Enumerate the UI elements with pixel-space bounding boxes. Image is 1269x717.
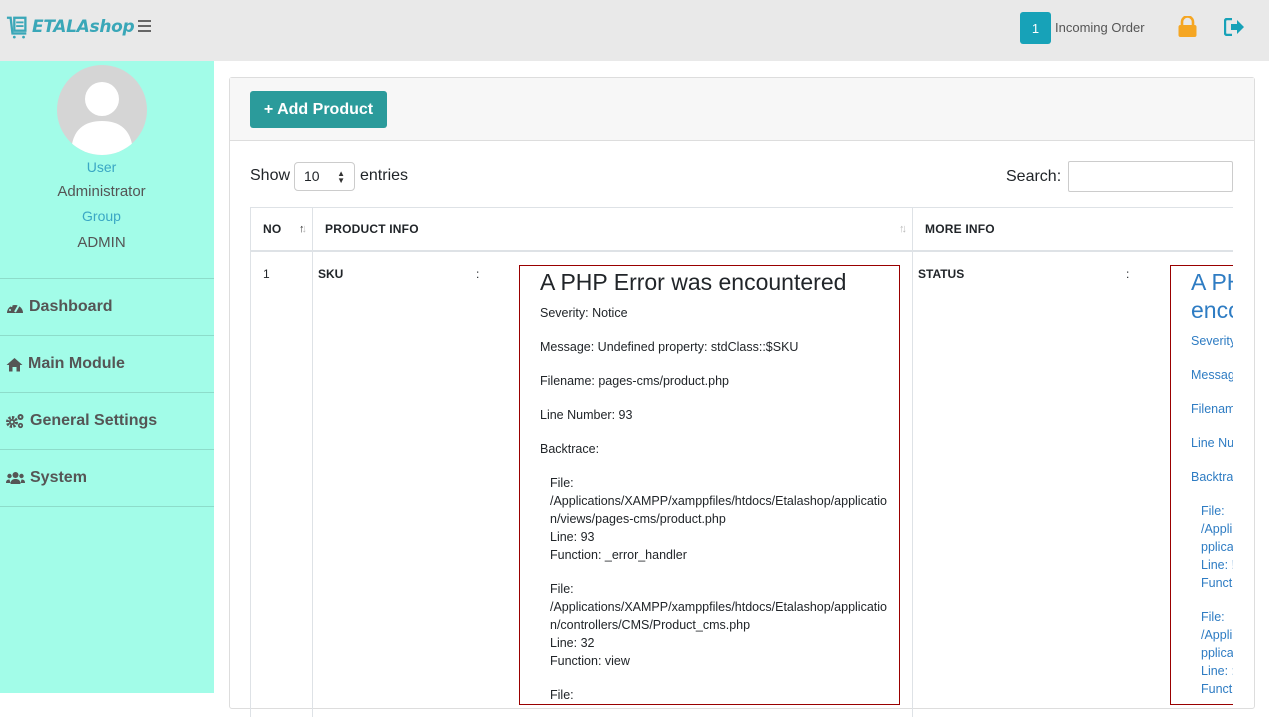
products-table-wrapper: NO ↑↓ PRODUCT INFO ↑↓ MORE INFO 1 SKU: … <box>250 207 1233 717</box>
frame-line: Line: ! <box>1201 558 1233 572</box>
error-backtrace-label: Backtrace: <box>540 442 600 456</box>
frame-path-cont: pplica <box>1201 646 1233 660</box>
table-row: 1 SKU : A PHP Error was encountered Seve… <box>250 251 1233 717</box>
sidebar-item-label: System <box>30 469 87 486</box>
brand-logo[interactable]: ETALAshop <box>6 14 135 40</box>
sidebar-item-general-settings[interactable]: General Settings <box>0 393 214 450</box>
frame-file-label: File: <box>550 688 574 702</box>
frame-function: Function: _error_handler <box>550 548 687 562</box>
user-avatar <box>57 65 147 155</box>
column-header-label: MORE INFO <box>925 222 995 236</box>
backtrace-frame: File: /Applications/XAMPP/xamppfiles/htd… <box>550 474 899 564</box>
php-error-box: A PHP Error was encountered Severity: No… <box>519 265 900 705</box>
frame-path-cont: n/views/pages-cms/product.php <box>550 512 726 526</box>
product-card: + Add Product Show 10 ▲ ▼ entries Search:… <box>229 77 1255 717</box>
backtrace-frame: File: /Appli pplica Line: ! Functi <box>1201 502 1233 592</box>
php-error-title: A PHP Error was encountered <box>540 269 847 295</box>
top-navbar: ETALAshop 1 Incoming Order <box>0 0 1269 61</box>
incoming-order-badge[interactable]: 1 <box>1020 12 1051 44</box>
error-message: Messag <box>1191 368 1233 382</box>
add-product-button[interactable]: + Add Product <box>250 91 387 128</box>
php-error-title: A PH <box>1191 269 1233 295</box>
sort-icon: ↑↓ <box>899 223 907 235</box>
group-value: ADMIN <box>77 234 126 251</box>
dashboard-icon <box>7 303 23 313</box>
php-error-title-cont: enco <box>1191 297 1233 323</box>
cell-product-info: SKU : A PHP Error was encountered Severi… <box>312 251 913 717</box>
error-severity: Severity <box>1191 334 1233 348</box>
sidebar-item-label: General Settings <box>30 412 158 429</box>
cart-logo-icon <box>6 16 27 39</box>
column-header-no[interactable]: NO ↑↓ <box>250 207 313 252</box>
error-filename: Filename: pages-cms/product.php <box>540 374 729 388</box>
frame-path: /Appli <box>1201 522 1233 536</box>
column-header-label: NO <box>263 222 282 236</box>
backtrace-frame: File: /Applications/XAMPP/xamppfiles/htd… <box>550 580 899 670</box>
error-message: Message: Undefined property: stdClass::$… <box>540 340 799 354</box>
frame-file-label: File: <box>550 476 574 490</box>
frame-file-label: File: <box>1201 504 1225 518</box>
frame-function: Functi <box>1201 682 1233 696</box>
sort-asc-icon: ↑↓ <box>299 223 307 235</box>
error-severity: Severity: Notice <box>540 306 628 320</box>
frame-path-cont: pplica <box>1201 540 1233 554</box>
cogs-icon <box>6 414 24 429</box>
users-icon <box>6 472 25 484</box>
user-role: Administrator <box>57 183 146 200</box>
backtrace-frame: File: <box>550 686 899 704</box>
page-length-select[interactable]: 10 ▲ ▼ <box>294 162 355 191</box>
sidebar-item-label: Main Module <box>28 355 125 372</box>
cell-more-info: STATUS : A PH enco Severity Messag Filen… <box>912 251 1233 717</box>
frame-line: Line: 93 <box>550 530 595 544</box>
column-header-product-info[interactable]: PRODUCT INFO ↑↓ <box>312 207 913 252</box>
field-separator: : <box>1126 267 1130 281</box>
group-label[interactable]: Group <box>0 208 203 224</box>
page-length-value: 10 <box>304 168 320 184</box>
php-error-box: A PH enco Severity Messag Filenam Line N… <box>1170 265 1233 705</box>
search-label: Search: <box>1006 168 1062 185</box>
frame-path: /Applications/XAMPP/xamppfiles/htdocs/Et… <box>550 600 887 614</box>
sidebar-item-main-module[interactable]: Main Module <box>0 336 214 393</box>
frame-function: Functi <box>1201 576 1233 590</box>
user-label[interactable]: User <box>0 159 203 175</box>
select-arrows-icon: ▲ ▼ <box>337 169 345 185</box>
column-header-label: PRODUCT INFO <box>325 222 419 236</box>
backtrace-frame: File: /Appli pplica Line: : Functi <box>1201 608 1233 698</box>
sidebar-item-dashboard[interactable]: Dashboard <box>0 279 214 336</box>
cell-no: 1 <box>250 251 313 717</box>
error-filename: Filenam <box>1191 402 1233 416</box>
show-label: Show <box>250 167 291 184</box>
frame-file-label: File: <box>550 582 574 596</box>
error-backtrace-label: Backtra <box>1191 470 1233 484</box>
error-line-number: Line Nu <box>1191 436 1233 450</box>
incoming-order-link[interactable]: Incoming Order <box>1055 20 1145 35</box>
frame-function: Function: view <box>550 654 630 668</box>
user-silhouette-icon <box>71 82 133 155</box>
field-label-status: STATUS <box>918 267 965 281</box>
entries-label: entries <box>360 167 409 184</box>
error-line-number: Line Number: 93 <box>540 408 633 422</box>
brand-logo-text: ETALAshop <box>32 17 135 37</box>
menu-toggle-icon[interactable] <box>138 20 151 32</box>
frame-file-label: File: <box>1201 610 1225 624</box>
column-header-more-info[interactable]: MORE INFO <box>912 207 1233 252</box>
sidebar-item-system[interactable]: System <box>0 450 214 507</box>
search-input[interactable] <box>1068 161 1233 192</box>
sidebar-item-label: Dashboard <box>29 298 113 315</box>
card-header: + Add Product <box>230 78 1254 141</box>
frame-line: Line: 32 <box>550 636 595 650</box>
row-number: 1 <box>263 267 270 281</box>
products-table: NO ↑↓ PRODUCT INFO ↑↓ MORE INFO 1 SKU: … <box>250 207 1233 717</box>
frame-line: Line: : <box>1201 664 1233 678</box>
frame-path-cont: n/controllers/CMS/Product_cms.php <box>550 618 751 632</box>
home-icon <box>6 357 23 371</box>
field-separator: : <box>476 267 480 281</box>
frame-path: /Applications/XAMPP/xamppfiles/htdocs/Et… <box>550 494 887 508</box>
sidebar-nav: Dashboard Main Module General Settings S… <box>0 278 214 507</box>
lock-icon[interactable] <box>1177 16 1198 38</box>
sidebar: User Administrator Group ADMIN Dashboard… <box>0 61 214 693</box>
logout-icon[interactable] <box>1224 18 1245 36</box>
field-label-sku: SKU <box>318 267 344 281</box>
frame-path: /Appli <box>1201 628 1233 642</box>
